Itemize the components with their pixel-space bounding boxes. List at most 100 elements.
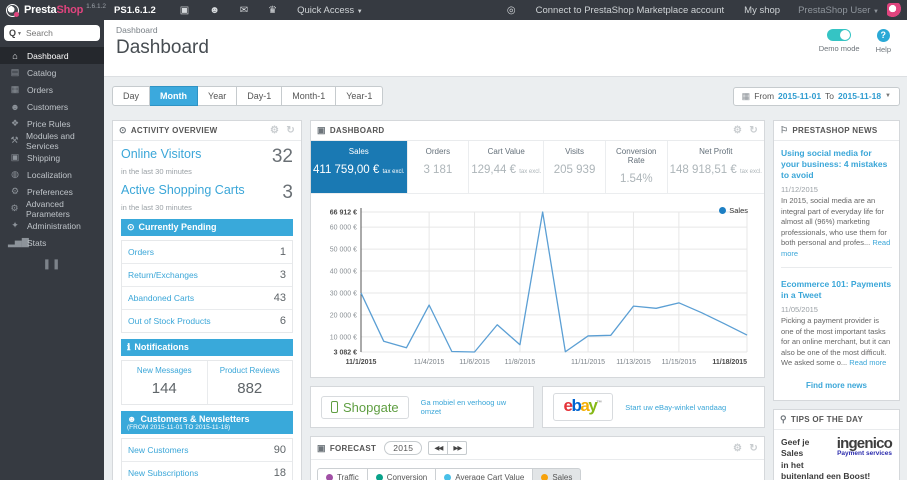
customers-newsletters-header: ☻ Customers & Newsletters (FROM 2015-11-0… <box>121 411 293 434</box>
forecast-tab-conversion[interactable]: Conversion <box>367 468 437 480</box>
user-menu[interactable]: PrestaShop User ▼ <box>798 5 879 16</box>
svg-text:11/15/2015: 11/15/2015 <box>662 359 697 366</box>
sidebar-item-orders[interactable]: ▦ Orders <box>0 81 104 98</box>
range-year-1-button[interactable]: Year-1 <box>336 86 384 106</box>
refresh-icon[interactable]: ↻ <box>749 443 758 454</box>
metric-net-profit[interactable]: Net Profit 148 918,51 € tax excl. <box>668 141 764 193</box>
shopgate-banner[interactable]: Shopgate Ga mobiel en verhoog uw omzet <box>310 386 534 428</box>
abandoned-carts-row[interactable]: Abandoned Carts 43 <box>122 286 292 309</box>
activity-title: ACTIVITY OVERVIEW <box>130 126 218 135</box>
quick-access-menu[interactable]: Quick Access ▼ <box>297 5 363 16</box>
ebay-link[interactable]: Start uw eBay-winkel vandaag <box>625 403 726 412</box>
chart-legend[interactable]: Sales <box>719 206 748 215</box>
sidebar-item-stats[interactable]: ▂▅▇ Stats <box>0 234 104 251</box>
online-visitors-value: 32 <box>271 146 293 167</box>
forecast-tab-traffic[interactable]: Traffic <box>317 468 368 480</box>
range-year-button[interactable]: Year <box>198 86 238 106</box>
range-day-1-button[interactable]: Day-1 <box>237 86 283 106</box>
new-customers-row[interactable]: New Customers 90 <box>122 439 292 461</box>
online-visitors-link[interactable]: Online Visitors <box>121 147 201 161</box>
metric-visits[interactable]: Visits 205 939 <box>544 141 606 193</box>
prestashop-news-panel: ⚐ PRESTASHOP NEWS Using social media for… <box>773 120 900 401</box>
dashboard-icon: ⌂ <box>12 50 18 61</box>
user-avatar[interactable] <box>887 3 901 17</box>
sidebar-item-catalog[interactable]: ▤ Catalog <box>0 64 104 81</box>
mail-icon[interactable]: ✉ <box>240 5 248 16</box>
refresh-icon[interactable]: ↻ <box>749 125 758 136</box>
search-input[interactable] <box>25 28 86 38</box>
svg-text:66 912 €: 66 912 € <box>330 210 357 217</box>
read-more-link[interactable]: Read more <box>849 358 886 367</box>
clock-icon: ⊙ <box>127 222 135 232</box>
metric-conversion-rate[interactable]: Conversion Rate 1.54% <box>606 141 668 193</box>
news-title: PRESTASHOP NEWS <box>792 126 878 135</box>
sidebar-collapse-button[interactable]: ❚❚ <box>42 259 62 270</box>
range-day-button[interactable]: Day <box>112 86 151 106</box>
cart-icon: ▣ <box>317 442 326 453</box>
product-reviews-cell[interactable]: Product Reviews 882 <box>206 361 293 404</box>
customers-icon: ☻ <box>10 101 20 112</box>
news-item-title[interactable]: Ecommerce 101: Payments in a Tweet <box>781 279 892 301</box>
metric-cart-value[interactable]: Cart Value 129,44 € tax excl. <box>469 141 545 193</box>
sidebar-item-customers[interactable]: ☻ Customers <box>0 98 104 115</box>
phone-icon <box>331 401 338 413</box>
forecast-tab-average-cart-value[interactable]: Average Cart Value <box>436 468 534 480</box>
search-scope-selector[interactable]: Q <box>9 28 16 38</box>
traffic-dot-icon <box>326 474 333 480</box>
modules-icon: ⚒ <box>10 135 19 145</box>
megaphone-icon: ⚐ <box>780 125 789 135</box>
range-month-1-button[interactable]: Month-1 <box>282 86 337 106</box>
customer-group-icon: ☻ <box>127 414 137 424</box>
lightbulb-icon: ⚲ <box>780 413 787 424</box>
shopgate-link[interactable]: Ga mobiel en verhoog uw omzet <box>421 398 523 416</box>
new-messages-cell[interactable]: New Messages 144 <box>122 361 207 404</box>
chevron-down-icon: ▼ <box>17 31 22 37</box>
sidebar-item-preferences[interactable]: ⚙ Preferences <box>0 183 104 200</box>
sidebar-item-price-rules[interactable]: ❖ Price Rules <box>0 115 104 132</box>
range-month-button[interactable]: Month <box>150 86 199 106</box>
breadcrumb[interactable]: Dashboard <box>116 25 209 35</box>
sidebar-item-advanced-parameters[interactable]: ⚙ Advanced Parameters <box>0 199 104 219</box>
metric-orders[interactable]: Orders 3 181 <box>408 141 470 193</box>
sidebar-search[interactable]: Q ▼ <box>4 25 100 41</box>
out-of-stock-row[interactable]: Out of Stock Products 6 <box>122 309 292 332</box>
cart-icon[interactable]: ▣ <box>180 5 189 16</box>
demo-mode-toggle[interactable] <box>827 29 852 41</box>
trophy-icon[interactable]: ♛ <box>268 5 277 16</box>
refresh-icon[interactable]: ↻ <box>286 125 295 136</box>
pending-returns-row[interactable]: Return/Exchanges 3 <box>122 263 292 286</box>
forecast-prev-button[interactable]: ◀◀ <box>428 441 449 455</box>
localization-icon: ◍ <box>11 169 19 179</box>
sidebar-item-localization[interactable]: ◍ Localization <box>0 166 104 183</box>
new-subscriptions-row[interactable]: New Subscriptions 18 <box>122 461 292 480</box>
ebay-logo: ebay™ <box>552 393 614 421</box>
gear-icon[interactable]: ⚙ <box>733 443 742 454</box>
date-picker-button[interactable]: ▦ From 2015-11-01 To 2015-11-18 ▼ <box>732 86 900 106</box>
find-more-news-link[interactable]: Find more news <box>774 373 899 400</box>
customer-icon[interactable]: ☻ <box>209 5 220 16</box>
help-icon[interactable]: ? <box>876 29 890 42</box>
marketplace-link[interactable]: Connect to PrestaShop Marketplace accoun… <box>536 5 725 16</box>
forecast-tab-sales[interactable]: Sales <box>533 468 582 480</box>
tips-of-the-day-panel: ⚲ TIPS OF THE DAY ingenico Payment servi… <box>773 408 900 480</box>
shipping-icon: ▣ <box>10 152 20 162</box>
svg-text:11/4/2015: 11/4/2015 <box>414 359 445 366</box>
pending-orders-row[interactable]: Orders 1 <box>122 241 292 263</box>
metric-sales[interactable]: Sales 411 759,00 € tax excl. <box>311 141 408 193</box>
my-shop-link[interactable]: My shop <box>744 5 780 16</box>
gear-icon[interactable]: ⚙ <box>733 125 742 136</box>
forecast-year-pill[interactable]: 2015 <box>384 441 423 455</box>
ebay-banner[interactable]: ebay™ Start uw eBay-winkel vandaag <box>541 386 765 428</box>
sidebar-item-shipping[interactable]: ▣ Shipping <box>0 149 104 166</box>
news-item-title[interactable]: Using social media for your business: 4 … <box>781 148 892 181</box>
forecast-next-button[interactable]: ▶▶ <box>448 441 468 455</box>
sidebar-item-dashboard[interactable]: ⌂ Dashboard <box>0 47 104 64</box>
gear-icon[interactable]: ⚙ <box>270 125 279 136</box>
cart-icon: ▣ <box>317 125 326 135</box>
active-carts-link[interactable]: Active Shopping Carts <box>121 183 245 197</box>
sidebar-item-administration[interactable]: ✦ Administration <box>0 217 104 234</box>
svg-text:11/13/2015: 11/13/2015 <box>616 359 651 366</box>
svg-text:20 000 €: 20 000 € <box>330 312 357 319</box>
sidebar-item-modules[interactable]: ⚒ Modules and Services <box>0 131 104 151</box>
content: Day Month Year Day-1 Month-1 Year-1 ▦ Fr… <box>104 77 907 480</box>
